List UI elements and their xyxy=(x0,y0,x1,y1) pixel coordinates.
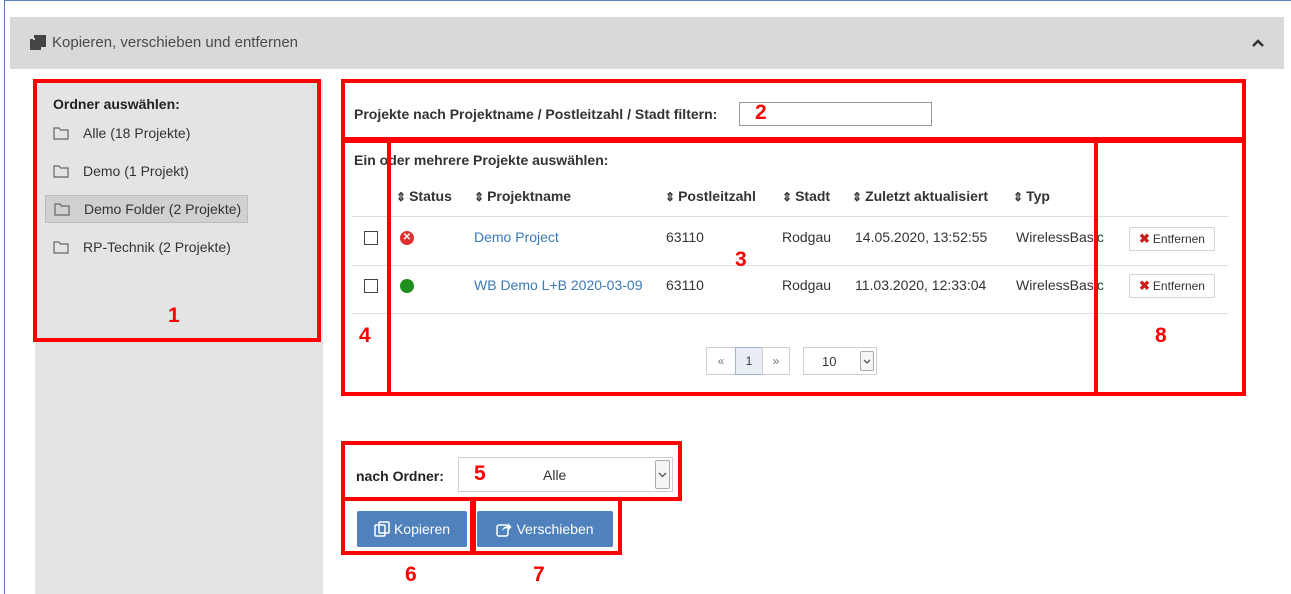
annotation-box-8 xyxy=(1094,139,1246,396)
annotation-number: 4 xyxy=(359,324,371,347)
annotation-number: 7 xyxy=(533,563,545,586)
panel-header[interactable]: Kopieren, verschieben und entfernen xyxy=(10,17,1284,69)
annotation-number: 2 xyxy=(755,101,767,124)
annotation-box-7 xyxy=(470,497,622,555)
annotation-number: 3 xyxy=(735,248,747,271)
annotation-box-1 xyxy=(33,79,321,342)
chevron-up-icon[interactable] xyxy=(1250,35,1266,51)
annotation-number: 6 xyxy=(405,563,417,586)
annotation-number: 5 xyxy=(474,462,486,485)
annotation-number: 8 xyxy=(1155,324,1167,347)
annotation-box-6 xyxy=(341,497,476,555)
annotation-box-2 xyxy=(341,79,1246,141)
panel-title: Kopieren, verschieben und entfernen xyxy=(52,34,299,51)
annotation-number: 1 xyxy=(168,304,180,327)
copy-stack-icon xyxy=(30,35,46,50)
annotation-box-4 xyxy=(341,139,391,396)
annotation-box-5 xyxy=(341,441,682,501)
